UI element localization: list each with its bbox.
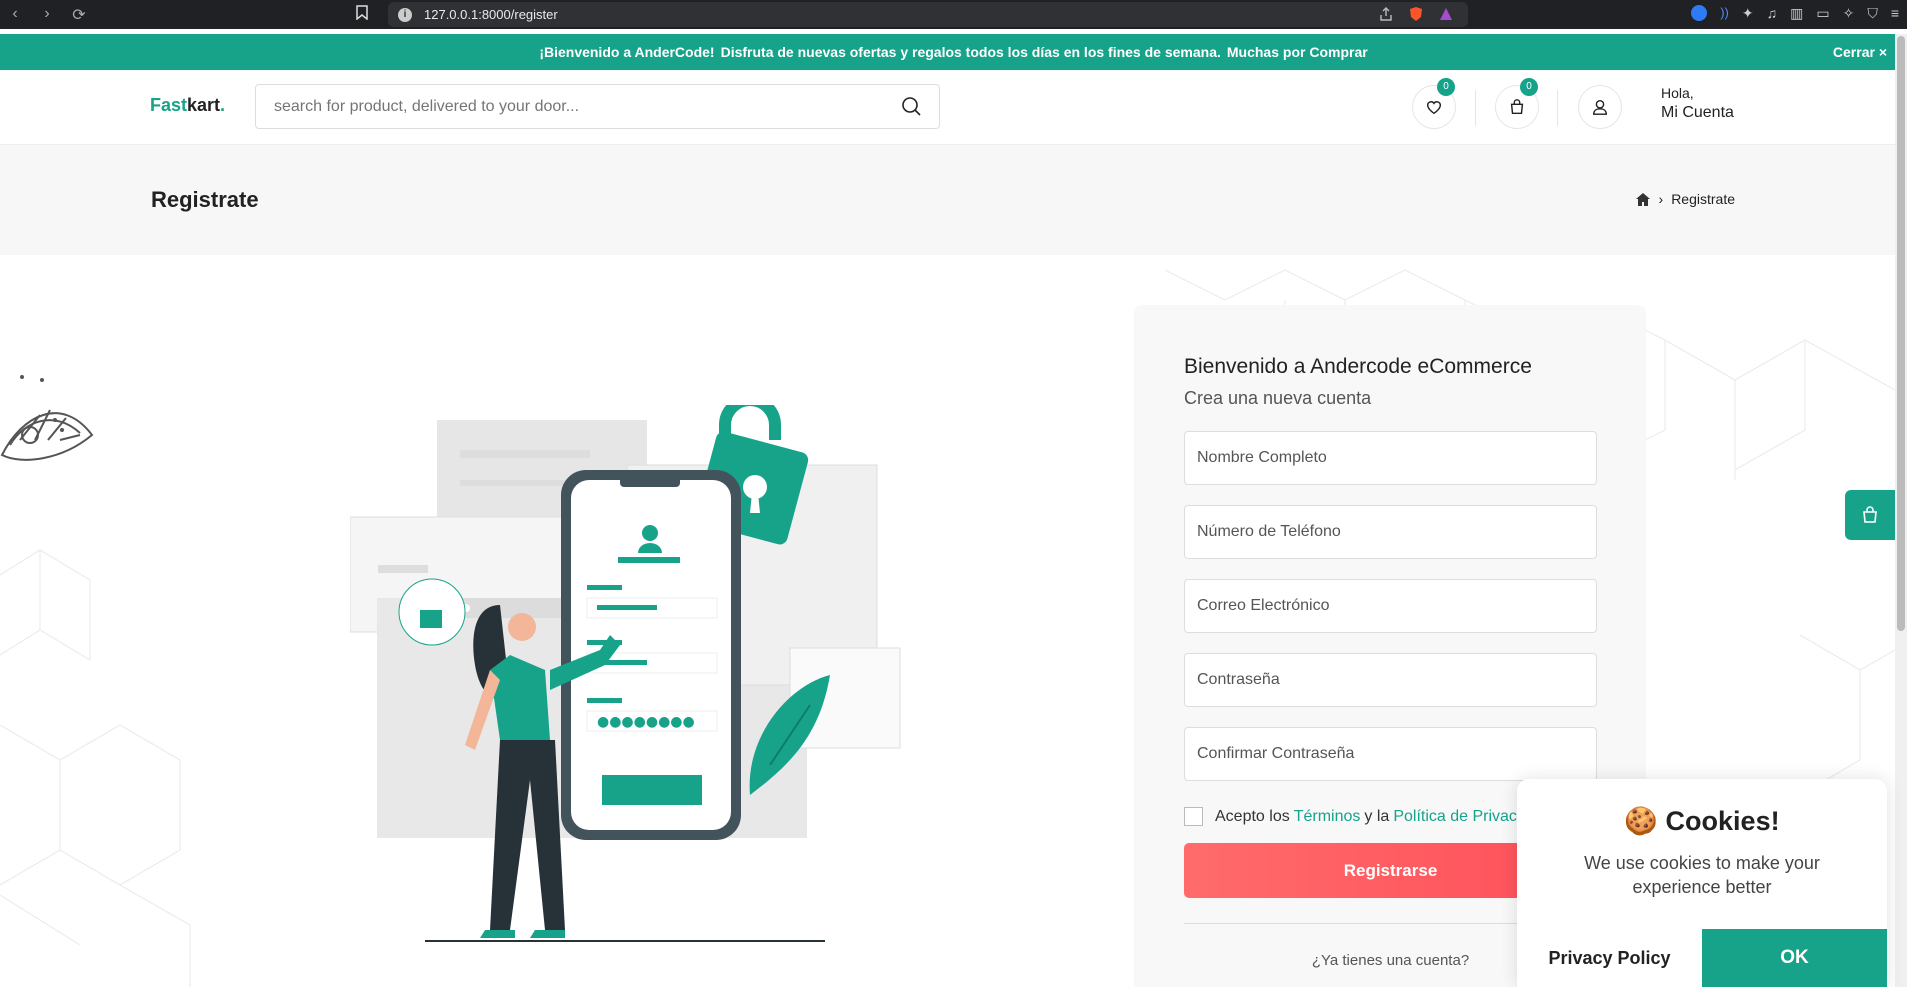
- vpn-icon[interactable]: ⛉: [1867, 5, 1878, 22]
- form-subheading: Crea una nueva cuenta: [1184, 388, 1372, 408]
- browser-toolbar: ‹ › ⟳ i 127.0.0.1:8000/register )) ✦ ♫ ▥…: [0, 0, 1907, 29]
- user-icon: [1592, 99, 1608, 115]
- extension-icon[interactable]: [1691, 5, 1708, 21]
- account-link[interactable]: Hola, Mi Cuenta: [1661, 85, 1734, 122]
- privacy-policy-button[interactable]: Privacy Policy: [1517, 929, 1702, 987]
- browser-nav: ‹ › ⟳: [0, 5, 88, 25]
- bookmark-icon[interactable]: [356, 5, 368, 24]
- cookie-icon: 🍪: [1624, 806, 1659, 836]
- confirm-password-field[interactable]: Confirmar Contraseña: [1184, 727, 1597, 781]
- cookie-title-text: Cookies!: [1665, 806, 1780, 836]
- back-icon[interactable]: ‹: [6, 5, 24, 25]
- phone-field[interactable]: Número de Teléfono: [1184, 505, 1597, 559]
- promo-thanks: Muchas por Comprar: [1226, 44, 1368, 60]
- promo-bar: ¡Bienvenido a AnderCode! Disfruta de nue…: [0, 34, 1907, 70]
- terms-prefix: Acepto los: [1215, 807, 1290, 825]
- wallet-signal-icon[interactable]: )): [1720, 5, 1729, 22]
- brave-shield-icon[interactable]: [1408, 6, 1424, 27]
- breadcrumb-current: Registrate: [1671, 191, 1735, 207]
- brave-rewards-icon[interactable]: [1438, 6, 1454, 27]
- full-name-field[interactable]: Nombre Completo: [1184, 431, 1597, 485]
- site-info-icon[interactable]: i: [398, 7, 412, 22]
- forward-icon[interactable]: ›: [38, 5, 56, 25]
- heart-icon: [1426, 101, 1442, 115]
- scrollbar-thumb[interactable]: [1897, 36, 1905, 631]
- bag-icon: [1510, 99, 1524, 115]
- chevron-right-icon: ›: [1658, 191, 1664, 207]
- cart-button[interactable]: 0: [1495, 78, 1539, 129]
- terms-link[interactable]: Términos: [1294, 808, 1361, 826]
- logo-accent: Fast: [150, 95, 188, 115]
- breadcrumb: › Registrate: [1635, 191, 1735, 207]
- music-icon[interactable]: ♫: [1767, 5, 1778, 22]
- cookie-banner: 🍪 Cookies! We use cookies to make your e…: [1517, 779, 1887, 987]
- terms-mid: y la: [1364, 807, 1390, 825]
- bag-icon: [1863, 506, 1877, 523]
- account-label: Mi Cuenta: [1661, 104, 1734, 121]
- extensions: )) ✦ ♫ ▥ ▭ ✧ ⛉ ≡: [1691, 5, 1899, 22]
- search-box: [255, 84, 940, 129]
- cookie-buttons: Privacy Policy OK: [1517, 929, 1887, 987]
- address-bar[interactable]: i 127.0.0.1:8000/register: [388, 2, 1468, 27]
- cart-count-badge: 0: [1520, 78, 1538, 96]
- header-divider: [1475, 90, 1476, 126]
- cookie-title: 🍪 Cookies!: [1517, 805, 1887, 837]
- password-field[interactable]: Contraseña: [1184, 653, 1597, 707]
- cookie-text: We use cookies to make your experience b…: [1584, 853, 1820, 897]
- leo-icon[interactable]: ✧: [1843, 5, 1855, 22]
- breadcrumb-section: Registrate › Registrate: [0, 145, 1895, 255]
- share-icon[interactable]: [1378, 6, 1394, 27]
- page-title: Registrate: [151, 187, 259, 212]
- url-text: 127.0.0.1:8000/register: [424, 7, 558, 22]
- lemon-slice-illustration: [0, 375, 94, 461]
- form-heading: Bienvenido a Andercode eCommerce: [1184, 355, 1532, 378]
- account-greeting: Hola,: [1661, 85, 1694, 101]
- account-button[interactable]: [1578, 85, 1622, 129]
- site-header: Fastkart. 0 0 Hola, Mi Cuenta: [0, 70, 1895, 145]
- search-icon[interactable]: [901, 96, 921, 116]
- home-icon[interactable]: [1635, 192, 1651, 207]
- promo-message: Disfruta de nuevas ofertas y regalos tod…: [720, 44, 1221, 60]
- floating-cart-button[interactable]: [1845, 490, 1895, 540]
- register-illustration: ●●●●●●●●: [350, 405, 901, 942]
- wallet-icon[interactable]: ▭: [1816, 5, 1829, 22]
- reload-icon[interactable]: ⟳: [70, 5, 88, 25]
- cookie-ok-button[interactable]: OK: [1702, 929, 1887, 987]
- header-divider: [1557, 90, 1558, 126]
- svg-text:●●●●●●●●: ●●●●●●●●: [597, 714, 695, 730]
- promo-welcome: ¡Bienvenido a AnderCode!: [539, 44, 715, 60]
- logo[interactable]: Fastkart.: [150, 95, 225, 116]
- puzzle-icon[interactable]: ✦: [1742, 5, 1754, 22]
- promo-close-button[interactable]: Cerrar ×: [1833, 44, 1887, 60]
- url-actions: [1378, 6, 1454, 27]
- search-input[interactable]: [256, 85, 856, 128]
- menu-icon[interactable]: ≡: [1891, 5, 1899, 22]
- sidebar-icon[interactable]: ▥: [1790, 5, 1803, 22]
- terms-checkbox[interactable]: [1184, 807, 1203, 826]
- wishlist-button[interactable]: 0: [1412, 78, 1456, 129]
- logo-dot: .: [220, 95, 226, 115]
- email-field[interactable]: Correo Electrónico: [1184, 579, 1597, 633]
- logo-text: kart: [187, 95, 221, 115]
- page-scrollbar[interactable]: [1895, 34, 1907, 987]
- wishlist-count-badge: 0: [1437, 78, 1455, 96]
